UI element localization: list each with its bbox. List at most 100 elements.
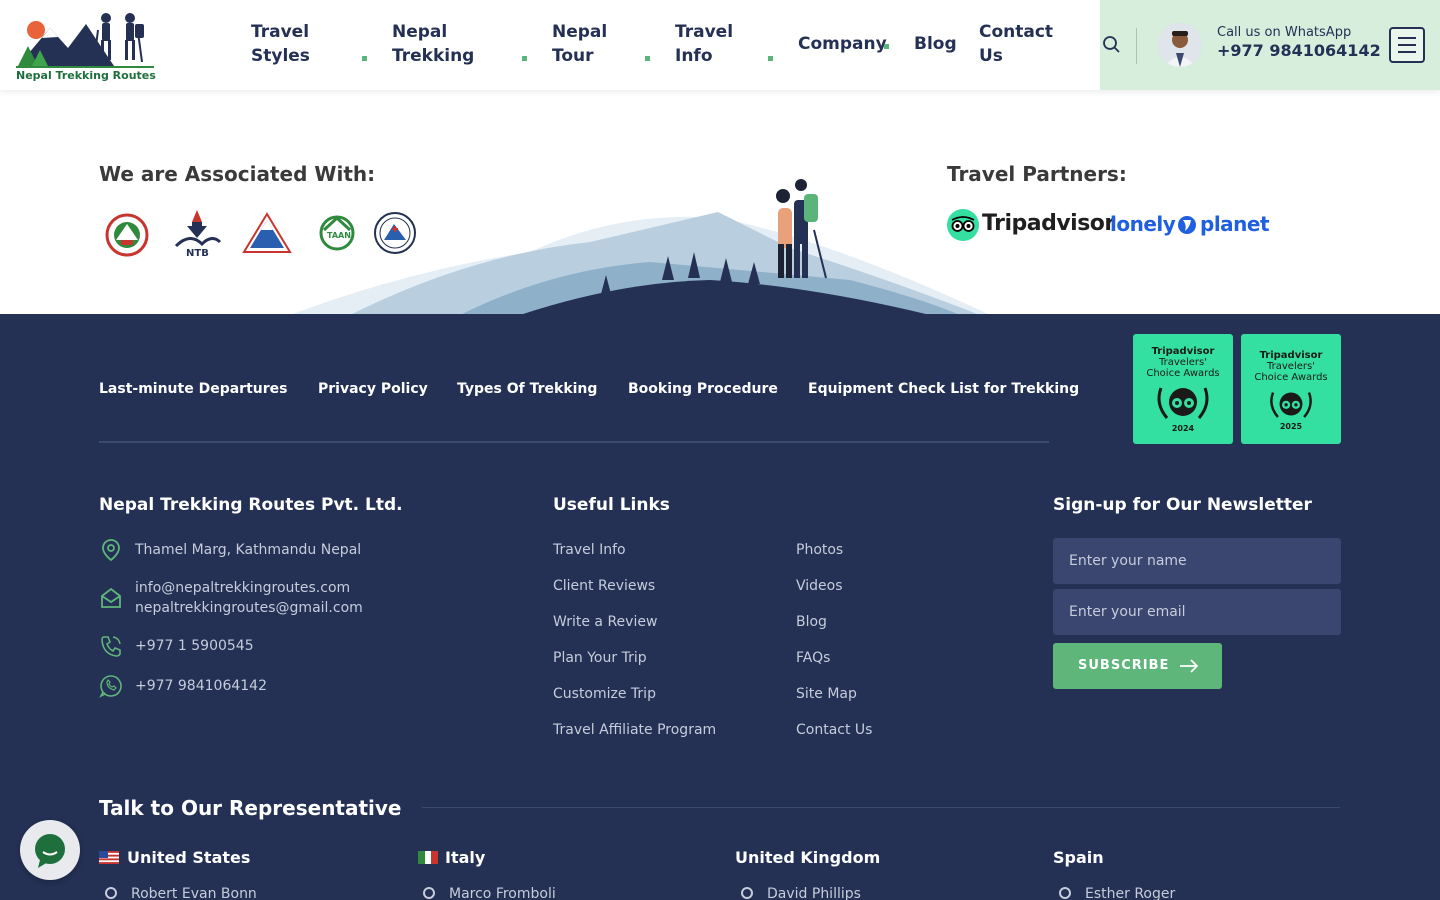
lonely-planet-logo[interactable]: lonely planet: [1110, 210, 1270, 242]
cta-phone[interactable]: +977 9841064142: [1217, 41, 1381, 60]
award-text: Tripadvisor: [1151, 346, 1215, 357]
partners-title: Travel Partners:: [947, 162, 1127, 186]
rep-name[interactable]: Robert Evan Bonn: [131, 886, 257, 900]
award-year: 2024: [1171, 424, 1195, 433]
nav-dropdown-indicator: [645, 56, 650, 61]
rep-name[interactable]: Marco Fromboli: [449, 886, 556, 900]
quick-link-booking[interactable]: Booking Procedure: [628, 381, 778, 397]
arrow-right-icon: [1180, 659, 1199, 673]
phone-text[interactable]: +977 1 5900545: [135, 636, 254, 656]
tripadvisor-text: Tripadvisor: [982, 211, 1115, 236]
quick-link-privacy[interactable]: Privacy Policy: [318, 381, 428, 397]
tripadvisor-owl-icon: [947, 209, 979, 241]
cta-label: Call us on WhatsApp: [1217, 25, 1352, 40]
avatar: [1158, 23, 1202, 67]
tripadvisor-award-badge[interactable]: Tripadvisor Travelers' Choice Awards 202…: [1241, 334, 1341, 444]
link-plan-trip[interactable]: Plan Your Trip: [553, 650, 647, 666]
whatsapp-text[interactable]: +977 9841064142: [135, 676, 267, 696]
link-client-reviews[interactable]: Client Reviews: [553, 578, 655, 594]
newsletter-name-input[interactable]: [1053, 538, 1341, 584]
award-laurel-icon: [1157, 387, 1209, 419]
quick-link-types[interactable]: Types Of Trekking: [457, 381, 597, 397]
email-primary[interactable]: info@nepaltrekkingroutes.com: [135, 578, 350, 598]
lonely-planet-text-b: planet: [1200, 212, 1270, 236]
newsletter-email-input[interactable]: [1053, 589, 1341, 635]
country-united-kingdom: United Kingdom: [735, 848, 881, 867]
chat-icon: [35, 834, 65, 868]
award-text: Tripadvisor: [1259, 350, 1323, 361]
tripadvisor-logo[interactable]: Tripadvisor: [947, 208, 1115, 242]
country-united-states: United States: [127, 848, 251, 867]
nav-dropdown-indicator: [884, 44, 889, 49]
nav-dropdown-indicator: [522, 56, 527, 61]
link-videos[interactable]: Videos: [796, 578, 843, 594]
whatsapp-icon: [99, 675, 122, 698]
award-year: 2025: [1279, 422, 1303, 431]
italy-flag-icon: [418, 851, 438, 864]
lonely-planet-text-a: lonely: [1110, 212, 1176, 236]
site-footer: Last-minute Departures Privacy Policy Ty…: [0, 314, 1440, 900]
search-icon[interactable]: [1102, 35, 1122, 55]
company-title: Nepal Trekking Routes Pvt. Ltd.: [99, 495, 403, 515]
nav-dropdown-indicator: [362, 56, 367, 61]
person-avatar-icon: [1158, 23, 1202, 67]
link-faqs[interactable]: FAQs: [796, 650, 830, 666]
link-affiliate-program[interactable]: Travel Affiliate Program: [553, 722, 716, 738]
award-text: Choice Awards: [1254, 372, 1328, 383]
nepal-mountaineering-association-icon[interactable]: [242, 208, 292, 258]
mountain-logo-icon: [16, 13, 154, 68]
subscribe-button[interactable]: SUBSCRIBE: [1053, 643, 1222, 689]
tripadvisor-award-badge[interactable]: Tripadvisor Travelers' Choice Awards 202…: [1133, 334, 1233, 444]
rep-name[interactable]: David Phillips: [767, 886, 861, 900]
newsletter-title: Sign-up for Our Newsletter: [1053, 495, 1312, 515]
footer-divider: [99, 441, 1049, 443]
person-icon: [105, 887, 117, 899]
menu-line: [1398, 51, 1416, 53]
nav-nepal-tour[interactable]: Nepal Tour: [552, 20, 632, 68]
person-icon: [1059, 887, 1071, 899]
award-text: Travelers': [1267, 361, 1315, 372]
link-photos[interactable]: Photos: [796, 542, 843, 558]
site-header: Nepal Trekking Routes Travel Styles Nepa…: [0, 0, 1440, 90]
globe-icon: [1178, 216, 1196, 234]
quick-link-last-minute[interactable]: Last-minute Departures: [99, 381, 287, 397]
envelope-open-icon: [101, 587, 121, 608]
location-pin-icon: [102, 539, 120, 562]
svg-text:NTB: NTB: [186, 248, 209, 258]
useful-links-title: Useful Links: [553, 495, 670, 515]
country-italy: Italy: [445, 848, 486, 867]
link-travel-info[interactable]: Travel Info: [553, 542, 626, 558]
link-write-review[interactable]: Write a Review: [553, 614, 657, 630]
nav-dropdown-indicator: [768, 56, 773, 61]
nepal-tourism-board-icon[interactable]: NTB: [172, 208, 222, 258]
link-blog[interactable]: Blog: [796, 614, 827, 630]
nav-blog[interactable]: Blog: [914, 32, 957, 56]
nav-nepal-trekking[interactable]: Nepal Trekking: [392, 20, 502, 68]
email-secondary[interactable]: nepaltrekkingroutes@gmail.com: [135, 598, 363, 618]
menu-line: [1398, 44, 1416, 46]
whatsapp-cta-panel: Call us on WhatsApp +977 9841064142: [1100, 0, 1440, 90]
award-laurel-icon: [1270, 392, 1312, 418]
country-spain: Spain: [1053, 848, 1104, 867]
nav-travel-styles[interactable]: Travel Styles: [251, 20, 341, 68]
site-logo[interactable]: Nepal Trekking Routes: [14, 10, 160, 82]
nav-travel-info[interactable]: Travel Info: [675, 20, 755, 68]
hiker-mountain-illustration: [290, 179, 990, 315]
person-icon: [741, 887, 753, 899]
hamburger-menu-button[interactable]: [1389, 27, 1425, 63]
nav-contact-us[interactable]: Contact Us: [979, 20, 1059, 68]
link-contact-us[interactable]: Contact Us: [796, 722, 872, 738]
quick-link-equipment[interactable]: Equipment Check List for Trekking: [808, 381, 1079, 397]
chat-widget-button[interactable]: [20, 820, 80, 880]
subscribe-label: SUBSCRIBE: [1078, 658, 1170, 673]
link-customize-trip[interactable]: Customize Trip: [553, 686, 656, 702]
person-icon: [423, 887, 435, 899]
representatives-divider: [422, 807, 1340, 808]
award-text: Travelers': [1159, 357, 1207, 368]
nepal-government-emblem-icon[interactable]: [102, 208, 152, 258]
nav-company[interactable]: Company: [798, 32, 887, 56]
menu-line: [1398, 37, 1416, 39]
award-text: Choice Awards: [1146, 368, 1220, 379]
link-site-map[interactable]: Site Map: [796, 686, 857, 702]
rep-name[interactable]: Esther Roger: [1085, 886, 1175, 900]
